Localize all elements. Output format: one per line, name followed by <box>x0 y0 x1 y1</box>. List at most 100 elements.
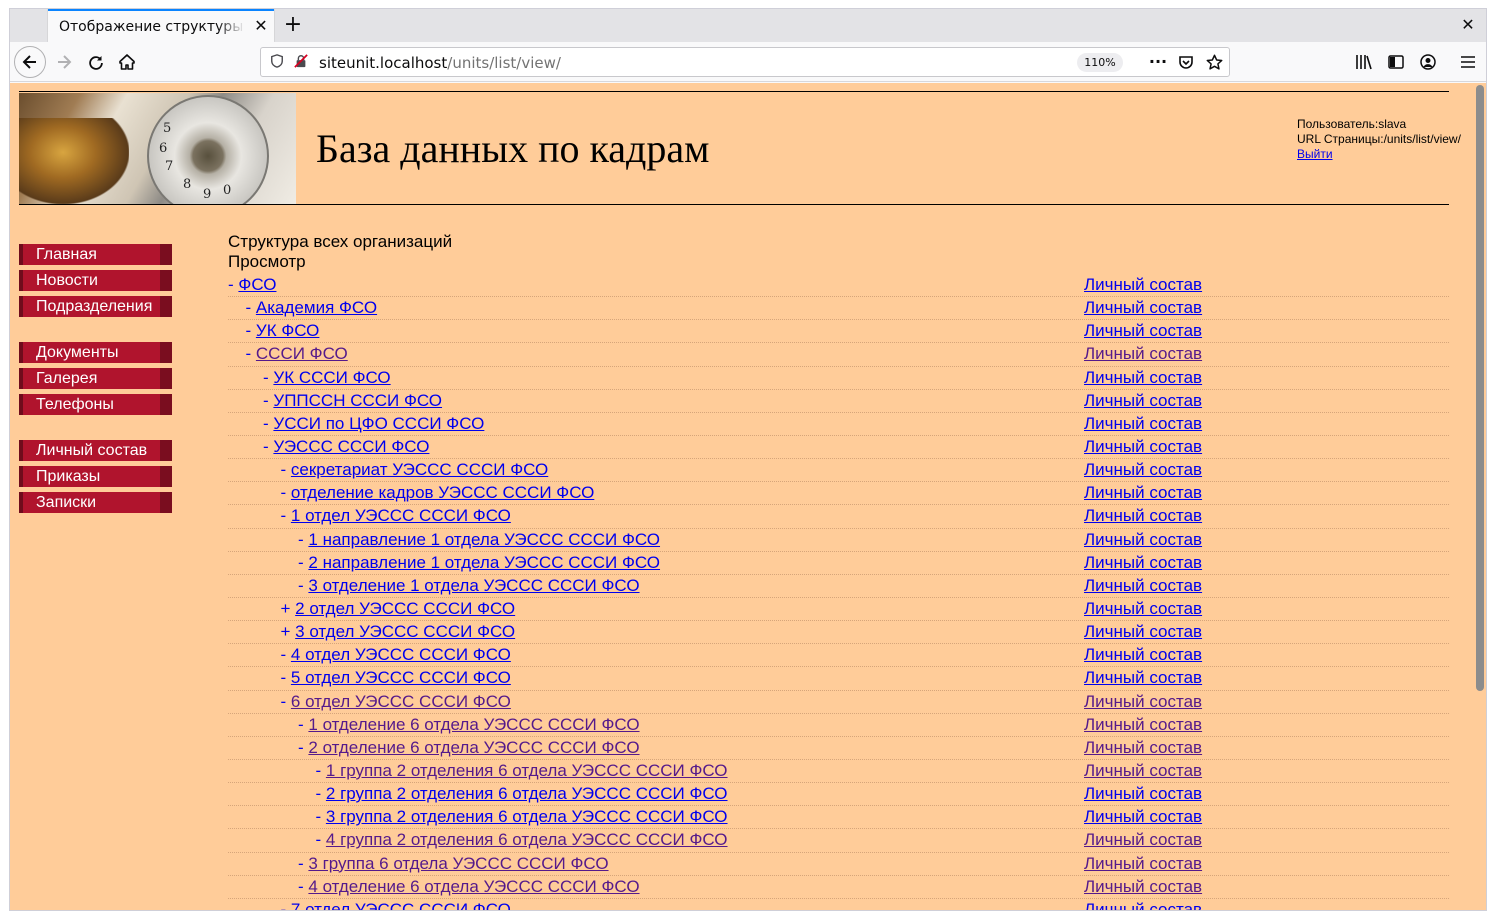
url-text[interactable]: siteunit.localhost/units/list/view/ <box>319 54 561 72</box>
unit-link[interactable]: секретариат УЭССС СССИ ФСО <box>291 460 548 479</box>
collapse-toggle[interactable]: - <box>263 437 269 456</box>
new-tab-button[interactable]: + <box>280 12 306 38</box>
unit-link[interactable]: 4 отделение 6 отдела УЭССС СССИ ФСО <box>308 877 639 896</box>
reload-button[interactable] <box>80 46 112 78</box>
personnel-link[interactable]: Личный состав <box>1084 737 1202 759</box>
collapse-toggle[interactable]: - <box>246 344 252 363</box>
window-close-button[interactable]: ✕ <box>1458 15 1478 35</box>
insecure-lock-icon[interactable] <box>293 54 309 70</box>
collapse-toggle[interactable]: - <box>298 576 304 595</box>
page-actions-more-icon[interactable]: ··· <box>1147 52 1169 74</box>
personnel-link[interactable]: Личный состав <box>1084 691 1202 713</box>
unit-link[interactable]: отделение кадров УЭССС СССИ ФСО <box>291 483 594 502</box>
unit-link[interactable]: 1 отделение 6 отдела УЭССС СССИ ФСО <box>308 715 639 734</box>
tracking-shield-icon[interactable] <box>269 54 285 70</box>
personnel-link[interactable]: Личный состав <box>1084 853 1202 875</box>
personnel-link[interactable]: Личный состав <box>1084 343 1202 365</box>
unit-link[interactable]: УССИ по ЦФО СССИ ФСО <box>273 414 484 433</box>
menu-item-documents[interactable]: Документы <box>19 342 172 363</box>
personnel-link[interactable]: Личный состав <box>1084 876 1202 898</box>
expand-toggle[interactable]: + <box>281 622 291 641</box>
menu-item-notes[interactable]: Записки <box>19 492 172 513</box>
unit-link[interactable]: 3 отделение 1 отдела УЭССС СССИ ФСО <box>308 576 639 595</box>
vertical-scrollbar[interactable] <box>1474 83 1486 910</box>
unit-link[interactable]: 4 группа 2 отделения 6 отдела УЭССС СССИ… <box>326 830 728 849</box>
unit-link[interactable]: 2 группа 2 отделения 6 отдела УЭССС СССИ… <box>326 784 728 803</box>
collapse-toggle[interactable]: - <box>298 877 304 896</box>
collapse-toggle[interactable]: - <box>298 854 304 873</box>
collapse-toggle[interactable]: - <box>298 530 304 549</box>
unit-link[interactable]: 3 группа 6 отдела УЭССС СССИ ФСО <box>308 854 608 873</box>
collapse-toggle[interactable]: - <box>281 668 287 687</box>
unit-link[interactable]: УППССН СССИ ФСО <box>273 391 442 410</box>
account-icon[interactable] <box>1416 50 1440 74</box>
collapse-toggle[interactable]: - <box>263 368 269 387</box>
library-icon[interactable] <box>1352 50 1376 74</box>
collapse-toggle[interactable]: - <box>281 692 287 711</box>
unit-link[interactable]: 3 отдел УЭССС СССИ ФСО <box>295 622 515 641</box>
zoom-level-badge[interactable]: 110% <box>1077 53 1123 72</box>
unit-link[interactable]: 1 направление 1 отдела УЭССС СССИ ФСО <box>308 530 660 549</box>
personnel-link[interactable]: Личный состав <box>1084 367 1202 389</box>
collapse-toggle[interactable]: - <box>316 830 322 849</box>
personnel-link[interactable]: Личный состав <box>1084 390 1202 412</box>
collapse-toggle[interactable]: - <box>316 761 322 780</box>
forward-button[interactable] <box>48 46 80 78</box>
unit-link[interactable]: 7 отдел УЭССС СССИ ФСО <box>291 900 511 910</box>
personnel-link[interactable]: Личный состав <box>1084 436 1202 458</box>
collapse-toggle[interactable]: - <box>298 738 304 757</box>
collapse-toggle[interactable]: - <box>263 391 269 410</box>
unit-link[interactable]: 3 группа 2 отделения 6 отдела УЭССС СССИ… <box>326 807 728 826</box>
personnel-link[interactable]: Личный состав <box>1084 806 1202 828</box>
personnel-link[interactable]: Личный состав <box>1084 320 1202 342</box>
collapse-toggle[interactable]: - <box>263 414 269 433</box>
personnel-link[interactable]: Личный состав <box>1084 297 1202 319</box>
menu-item-gallery[interactable]: Галерея <box>19 368 172 389</box>
tab-close-icon[interactable]: ✕ <box>252 17 270 35</box>
personnel-link[interactable]: Личный состав <box>1084 482 1202 504</box>
scrollbar-thumb[interactable] <box>1476 85 1484 691</box>
unit-link[interactable]: ФСО <box>238 275 276 294</box>
collapse-toggle[interactable]: - <box>281 460 287 479</box>
unit-link[interactable]: 2 отдел УЭССС СССИ ФСО <box>295 599 515 618</box>
menu-item-personnel[interactable]: Личный состав <box>19 440 172 461</box>
collapse-toggle[interactable]: - <box>298 715 304 734</box>
collapse-toggle[interactable]: - <box>281 900 287 910</box>
personnel-link[interactable]: Личный состав <box>1084 829 1202 851</box>
personnel-link[interactable]: Личный состав <box>1084 783 1202 805</box>
menu-item-phones[interactable]: Телефоны <box>19 394 172 415</box>
menu-item-orders[interactable]: Приказы <box>19 466 172 487</box>
personnel-link[interactable]: Личный состав <box>1084 552 1202 574</box>
bookmark-star-icon[interactable] <box>1203 52 1225 74</box>
back-button[interactable] <box>14 46 46 78</box>
collapse-toggle[interactable]: - <box>246 298 252 317</box>
collapse-toggle[interactable]: - <box>281 645 287 664</box>
unit-link[interactable]: УК ФСО <box>256 321 319 340</box>
unit-link[interactable]: 2 направление 1 отдела УЭССС СССИ ФСО <box>308 553 660 572</box>
unit-link[interactable]: 5 отдел УЭССС СССИ ФСО <box>291 668 511 687</box>
home-button[interactable] <box>111 46 143 78</box>
personnel-link[interactable]: Личный состав <box>1084 667 1202 689</box>
sidebar-toggle-icon[interactable] <box>1384 50 1408 74</box>
expand-toggle[interactable]: + <box>281 599 291 618</box>
personnel-link[interactable]: Личный состав <box>1084 714 1202 736</box>
collapse-toggle[interactable]: - <box>281 506 287 525</box>
menu-item-home[interactable]: Главная <box>19 244 172 265</box>
personnel-link[interactable]: Личный состав <box>1084 575 1202 597</box>
unit-link[interactable]: 4 отдел УЭССС СССИ ФСО <box>291 645 511 664</box>
personnel-link[interactable]: Личный состав <box>1084 459 1202 481</box>
collapse-toggle[interactable]: - <box>316 784 322 803</box>
menu-item-units[interactable]: Подразделения <box>19 296 172 317</box>
personnel-link[interactable]: Личный состав <box>1084 760 1202 782</box>
unit-link[interactable]: 1 группа 2 отделения 6 отдела УЭССС СССИ… <box>326 761 728 780</box>
personnel-link[interactable]: Личный состав <box>1084 899 1202 910</box>
personnel-link[interactable]: Личный состав <box>1084 274 1202 296</box>
collapse-toggle[interactable]: - <box>281 483 287 502</box>
pocket-icon[interactable] <box>1175 52 1197 74</box>
collapse-toggle[interactable]: - <box>246 321 252 340</box>
personnel-link[interactable]: Личный состав <box>1084 505 1202 527</box>
logout-link[interactable]: Выйти <box>1297 147 1333 161</box>
collapse-toggle[interactable]: - <box>316 807 322 826</box>
collapse-toggle[interactable]: - <box>298 553 304 572</box>
tab-active[interactable]: Отображение структуры ор ✕ <box>48 9 274 42</box>
